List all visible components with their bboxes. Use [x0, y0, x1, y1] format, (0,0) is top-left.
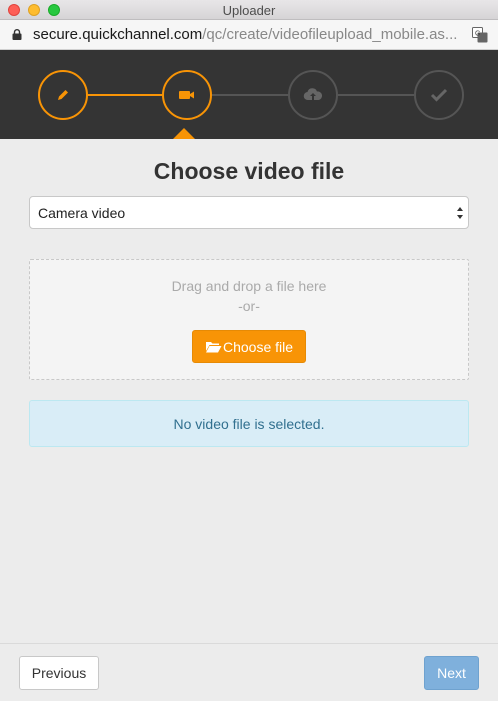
- url-host: secure.quickchannel.com: [33, 26, 203, 43]
- window-titlebar: Uploader: [0, 0, 498, 20]
- cloud-upload-icon: [303, 88, 323, 101]
- select-arrows-icon: [457, 207, 463, 219]
- stepper-connector-done: [88, 94, 162, 96]
- video-source-select[interactable]: Camera video: [29, 196, 469, 229]
- next-button[interactable]: Next: [424, 656, 479, 690]
- stepper-connector: [338, 94, 414, 96]
- lock-icon: [12, 29, 22, 40]
- wizard-footer: Previous Next: [0, 643, 498, 701]
- choose-file-button[interactable]: Choose file: [192, 330, 306, 363]
- step-upload[interactable]: [288, 70, 338, 120]
- previous-button[interactable]: Previous: [19, 656, 99, 690]
- address-bar[interactable]: secure.quickchannel.com/qc/create/videof…: [0, 20, 498, 50]
- folder-open-icon: [205, 342, 222, 353]
- page-url: secure.quickchannel.com/qc/create/videof…: [33, 26, 463, 43]
- stepper-connector: [212, 94, 288, 96]
- upload-progress-stepper: [0, 50, 498, 139]
- dropzone-separator: -or-: [238, 298, 260, 314]
- translate-icon[interactable]: G: [472, 27, 488, 43]
- window-title: Uploader: [222, 3, 276, 18]
- step-finish[interactable]: [414, 70, 464, 120]
- dropzone-instruction: Drag and drop a file here: [171, 278, 327, 294]
- alert-message: No video file is selected.: [173, 416, 325, 432]
- step-details[interactable]: [38, 70, 88, 120]
- pencil-icon: [58, 90, 68, 100]
- svg-text:G: G: [475, 31, 480, 38]
- page-title: Choose video file: [153, 158, 345, 184]
- status-alert: No video file is selected.: [29, 400, 469, 447]
- choose-file-label: Choose file: [222, 338, 294, 355]
- checkmark-icon: [430, 88, 448, 102]
- video-camera-icon: [179, 91, 194, 99]
- step-video[interactable]: [162, 70, 212, 120]
- active-step-caret: [173, 128, 195, 139]
- select-value: Camera video: [38, 205, 126, 221]
- file-dropzone[interactable]: Drag and drop a file here -or- Choose fi…: [29, 259, 469, 380]
- url-path: /qc/create/videofileupload_mobile.as...: [202, 26, 458, 43]
